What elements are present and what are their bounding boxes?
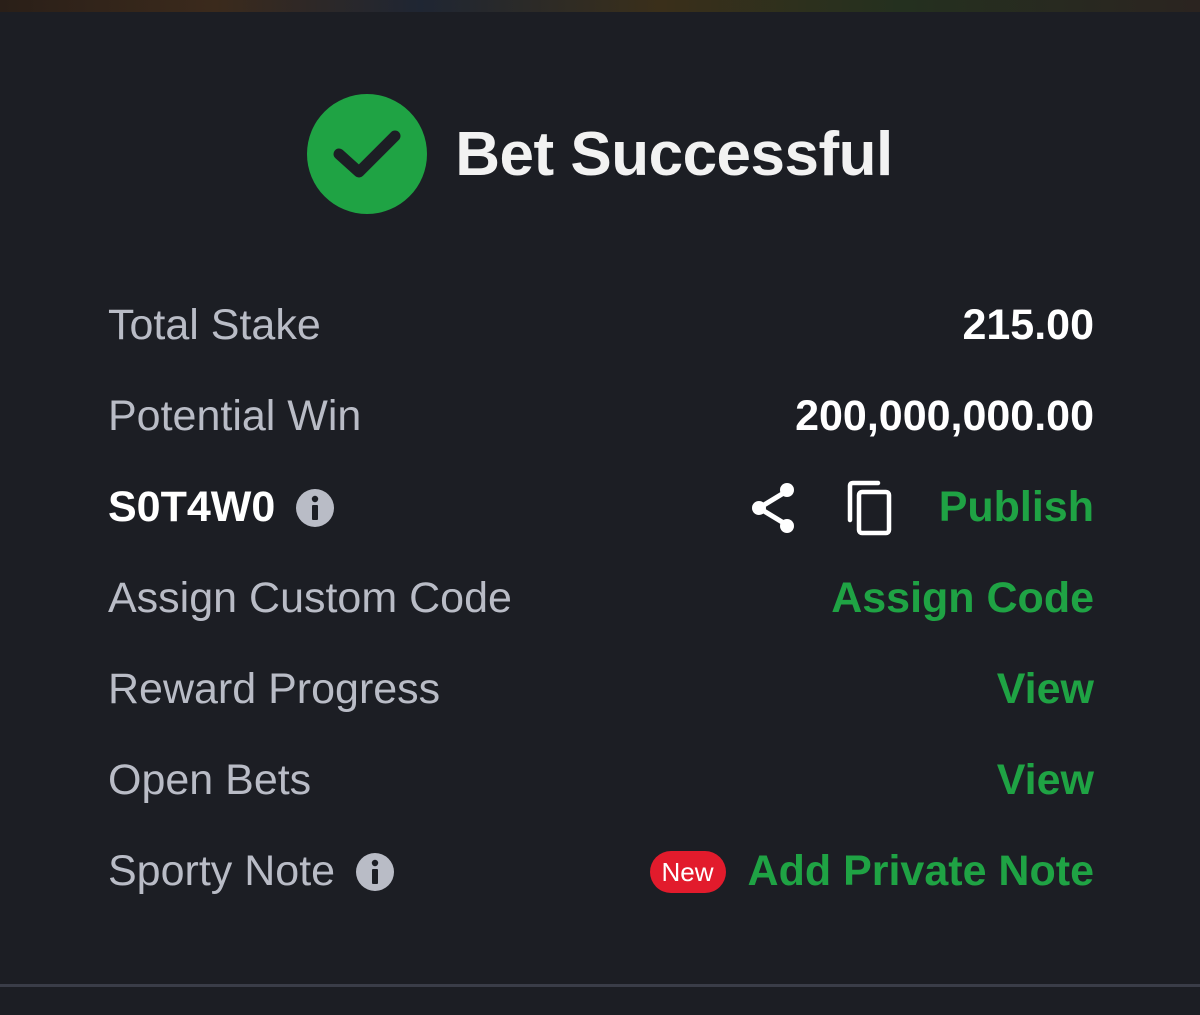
sporty-note-label-group: Sporty Note <box>108 847 395 896</box>
sporty-note-actions: New Add Private Note <box>649 847 1094 896</box>
booking-code: S0T4W0 <box>108 483 335 532</box>
open-bets-row: Open Bets View <box>108 735 1094 826</box>
booking-code-text: S0T4W0 <box>108 483 276 531</box>
sporty-note-label: Sporty Note <box>108 847 336 895</box>
bet-confirmation-panel: Bet Successful Total Stake 215.00 Potent… <box>0 12 1200 1015</box>
reward-progress-view-link[interactable]: View <box>997 665 1094 714</box>
info-icon[interactable] <box>295 488 335 528</box>
publish-button[interactable]: Publish <box>939 483 1094 532</box>
open-bets-view-link[interactable]: View <box>997 756 1094 805</box>
potential-win-label: Potential Win <box>108 392 362 440</box>
reward-progress-label: Reward Progress <box>108 665 441 713</box>
reward-progress-row: Reward Progress View <box>108 644 1094 735</box>
info-icon[interactable] <box>355 852 395 892</box>
copy-icon[interactable] <box>843 480 895 536</box>
bet-details: Total Stake 215.00 Potential Win 200,000… <box>108 280 1094 917</box>
potential-win-value: 200,000,000.00 <box>795 392 1094 440</box>
divider <box>0 984 1200 987</box>
total-stake-row: Total Stake 215.00 <box>108 280 1094 371</box>
total-stake-label: Total Stake <box>108 301 321 349</box>
sporty-note-row: Sporty Note New Add Private Note <box>108 826 1094 917</box>
success-header: Bet Successful <box>0 92 1200 216</box>
background-image-strip <box>0 0 1200 12</box>
new-badge: New <box>649 850 726 893</box>
potential-win-row: Potential Win 200,000,000.00 <box>108 371 1094 462</box>
booking-code-row: S0T4W0 Publish <box>108 462 1094 553</box>
share-icon[interactable] <box>747 480 799 536</box>
total-stake-value: 215.00 <box>962 301 1094 349</box>
add-private-note-button[interactable]: Add Private Note <box>748 847 1094 896</box>
custom-code-label: Assign Custom Code <box>108 574 512 622</box>
custom-code-row: Assign Custom Code Assign Code <box>108 553 1094 644</box>
open-bets-label: Open Bets <box>108 756 312 804</box>
check-circle-icon <box>307 94 428 214</box>
assign-code-button[interactable]: Assign Code <box>831 574 1094 623</box>
booking-code-actions: Publish <box>747 480 1094 536</box>
page-title: Bet Successful <box>455 119 893 189</box>
